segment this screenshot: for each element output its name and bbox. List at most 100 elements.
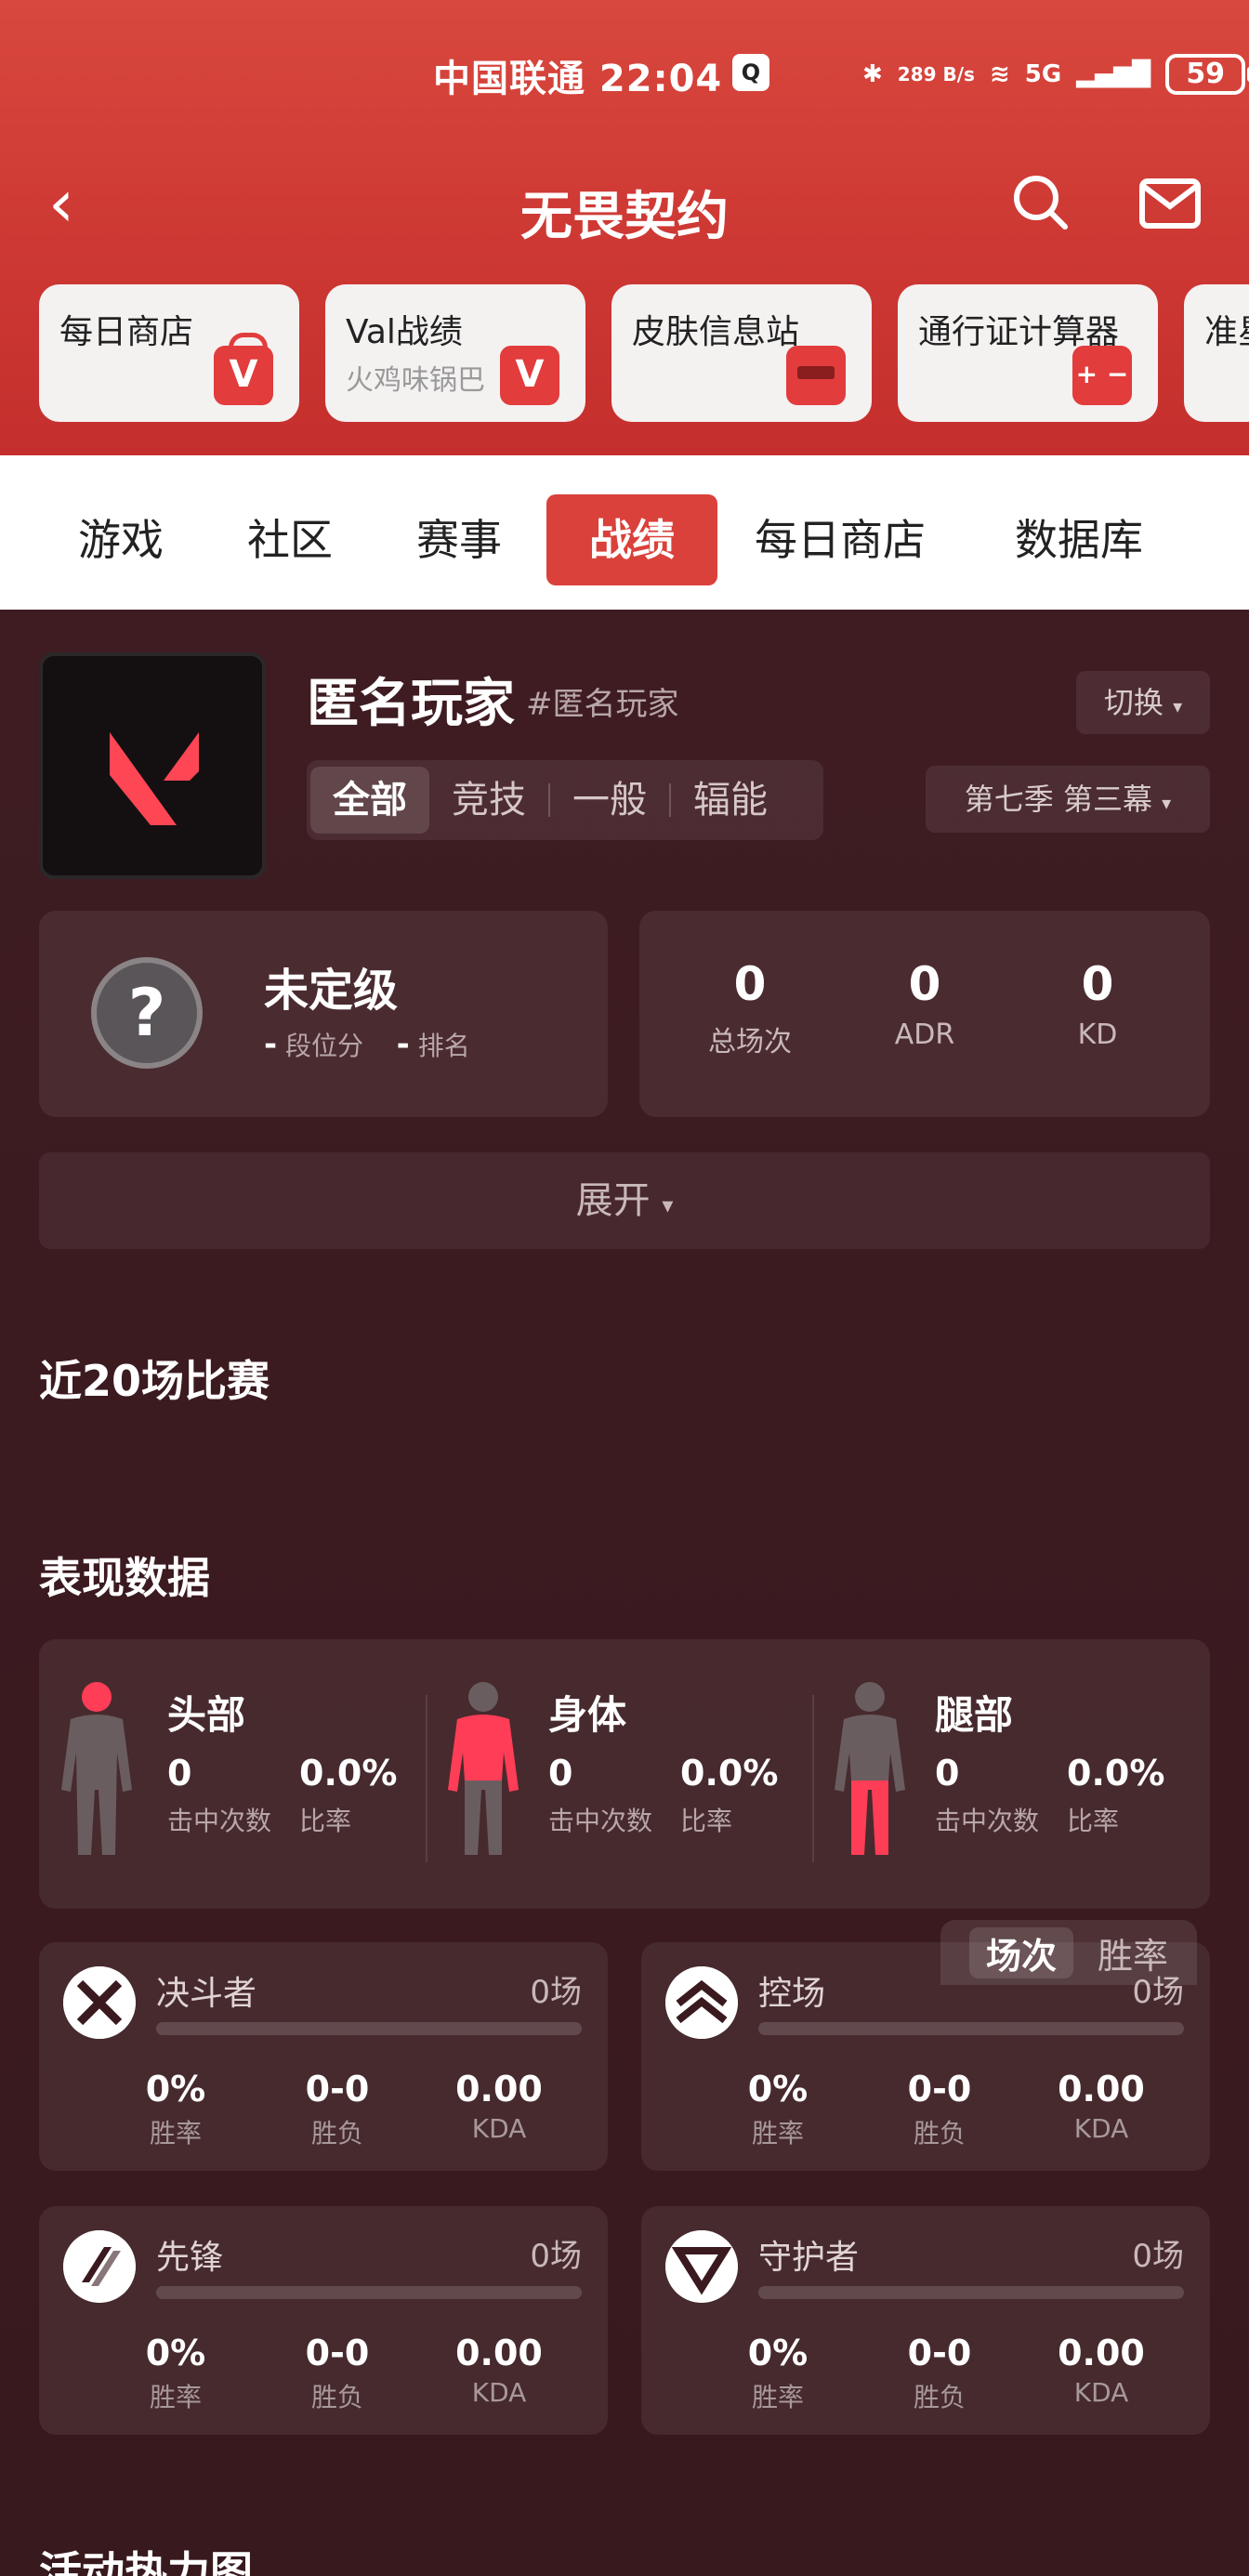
stat-label: KDA	[471, 2113, 527, 2144]
heatmap-toggle: 场次 胜率	[940, 1920, 1197, 1985]
shortcut-row: 每日商店 Val战绩 火鸡味锅巴 皮肤信息站 通行证计算器 准星	[39, 284, 1249, 422]
role-wl: 0-0 胜负	[268, 2069, 407, 2150]
shortcut-skin-info[interactable]: 皮肤信息站	[611, 284, 872, 422]
season-select[interactable]: 第七季 第三幕 ▾	[926, 766, 1210, 833]
divider	[426, 1695, 427, 1862]
role-winrate: 0% 胜率	[106, 2069, 245, 2150]
heatmap-title: 活动热力图	[39, 2547, 253, 2576]
nav-bar: ‹ 无畏契约	[0, 158, 1249, 251]
switch-account-button[interactable]: 切换 ▾	[1076, 671, 1210, 734]
summary-matches: 0 总场次	[680, 957, 820, 1059]
shortcut-pass-calculator[interactable]: 通行证计算器	[898, 284, 1158, 422]
battery-icon: 59	[1165, 54, 1249, 95]
avatar[interactable]	[39, 652, 266, 879]
shortcut-title: 准星	[1204, 313, 1249, 351]
expand-label: 展开	[575, 1179, 651, 1222]
wifi-icon: ≋	[989, 60, 1010, 88]
toggle-matches[interactable]: 场次	[968, 1926, 1073, 1978]
rank-title: 未定级	[264, 965, 399, 1017]
expand-button[interactable]: 展开 ▾	[39, 1152, 1210, 1249]
status-right: ✱ 289 B/s ≋ 5G ▂▄▆█ 59	[862, 46, 1249, 102]
divider	[812, 1695, 814, 1862]
stat-label: 胜率	[149, 2118, 202, 2149]
tab-daily-shop[interactable]: 每日商店	[755, 494, 926, 585]
caret-down-icon: ▾	[662, 1192, 674, 1218]
role-name: 决斗者	[156, 1975, 257, 2013]
role-name: 先锋	[156, 2239, 224, 2277]
carrier-time: 中国联通 22:04	[433, 58, 723, 100]
stat-label: 胜率	[751, 2118, 804, 2149]
role-card-sentinel[interactable]: 守护者 0场 0% 胜率 0-0 胜负 0.00 KDA	[641, 2206, 1210, 2435]
performance-title: 表现数据	[39, 1553, 210, 1603]
shortcut-title: 每日商店	[59, 313, 194, 351]
shortcut-title: 皮肤信息站	[632, 313, 800, 351]
shortcut-daily-shop[interactable]: 每日商店	[39, 284, 299, 422]
sentinel-icon	[665, 2230, 738, 2303]
mode-competitive[interactable]: 竞技	[429, 767, 548, 834]
mode-all[interactable]: 全部	[310, 767, 429, 834]
tab-records[interactable]: 战绩	[546, 494, 717, 585]
role-card-duelist[interactable]: 决斗者 0场 0% 胜率 0-0 胜负 0.00 KDA	[39, 1942, 608, 2171]
part-hits: 0	[167, 1753, 192, 1794]
role-wl: 0-0 胜负	[870, 2333, 1009, 2414]
role-winrate: 0% 胜率	[708, 2069, 848, 2150]
player-tag: #匿名玩家	[526, 686, 679, 723]
stat-label: ADR	[894, 1019, 955, 1051]
stat-value: 0%	[747, 2069, 809, 2109]
part-name: 身体	[548, 1692, 627, 1738]
stat-label: 总场次	[708, 1026, 792, 1058]
role-kda: 0.00 KDA	[429, 2333, 569, 2408]
stat-label: KDA	[1073, 2113, 1129, 2144]
initiator-icon	[63, 2230, 136, 2303]
part-rate-label: 比率	[1067, 1806, 1120, 1836]
record-case-icon	[500, 346, 559, 405]
net-speed: 289 B/s	[897, 63, 975, 85]
stat-value: 0.00	[1058, 2333, 1145, 2373]
role-kda: 0.00 KDA	[1032, 2069, 1171, 2144]
stat-label: KDA	[1073, 2377, 1129, 2408]
rank-subinfo: - 段位分 - 排名	[264, 1026, 470, 1063]
stat-value: 0-0	[907, 2069, 972, 2109]
part-rate-label: 比率	[299, 1806, 352, 1836]
stat-value: 0-0	[305, 2069, 370, 2109]
switch-label: 切换	[1103, 685, 1164, 720]
player-name: 匿名玩家	[307, 674, 515, 734]
tab-database[interactable]: 数据库	[1015, 494, 1143, 585]
rank-position-label: 排名	[417, 1031, 470, 1061]
bluetooth-icon: ✱	[862, 60, 883, 88]
caret-down-icon: ▾	[1173, 695, 1183, 717]
recent-matches-title: 近20场比赛	[39, 1356, 270, 1406]
mode-spike-rush[interactable]: 辐能	[671, 767, 790, 834]
tab-events[interactable]: 赛事	[416, 494, 502, 585]
mode-unrated[interactable]: 一般	[550, 767, 669, 834]
summary-adr: 0 ADR	[855, 957, 994, 1051]
stat-value: 0	[733, 957, 767, 1011]
role-wl: 0-0 胜负	[870, 2069, 1009, 2150]
stat-value: 0%	[145, 2333, 206, 2373]
shortcut-crosshair[interactable]: 准星	[1184, 284, 1249, 422]
tab-game[interactable]: 游戏	[78, 494, 164, 585]
duelist-icon	[63, 1966, 136, 2039]
role-card-initiator[interactable]: 先锋 0场 0% 胜率 0-0 胜负 0.00 KDA	[39, 2206, 608, 2435]
mail-icon[interactable]	[1139, 178, 1201, 229]
part-rate: 0.0%	[680, 1753, 779, 1794]
controller-icon	[665, 1966, 738, 2039]
tab-community[interactable]: 社区	[247, 494, 333, 585]
stat-label: 胜负	[310, 2382, 363, 2412]
role-count: 0场	[530, 2238, 582, 2275]
part-hits-label: 击中次数	[167, 1806, 272, 1836]
rank-position-value: -	[396, 1026, 410, 1063]
toggle-winrate[interactable]: 胜率	[1098, 1927, 1168, 1978]
shortcut-val-record[interactable]: Val战绩 火鸡味锅巴	[325, 284, 585, 422]
search-icon[interactable]	[1011, 173, 1069, 230]
part-rate-label: 比率	[680, 1806, 733, 1836]
stat-value: 0	[908, 957, 941, 1011]
role-kda: 0.00 KDA	[1032, 2333, 1171, 2408]
role-wl: 0-0 胜负	[268, 2333, 407, 2414]
stat-label: KDA	[471, 2377, 527, 2408]
stat-value: 0.00	[455, 2069, 543, 2109]
part-name: 头部	[167, 1692, 246, 1738]
stat-label: KD	[1077, 1019, 1118, 1051]
role-winrate: 0% 胜率	[708, 2333, 848, 2414]
role-count: 0场	[530, 1974, 582, 2011]
